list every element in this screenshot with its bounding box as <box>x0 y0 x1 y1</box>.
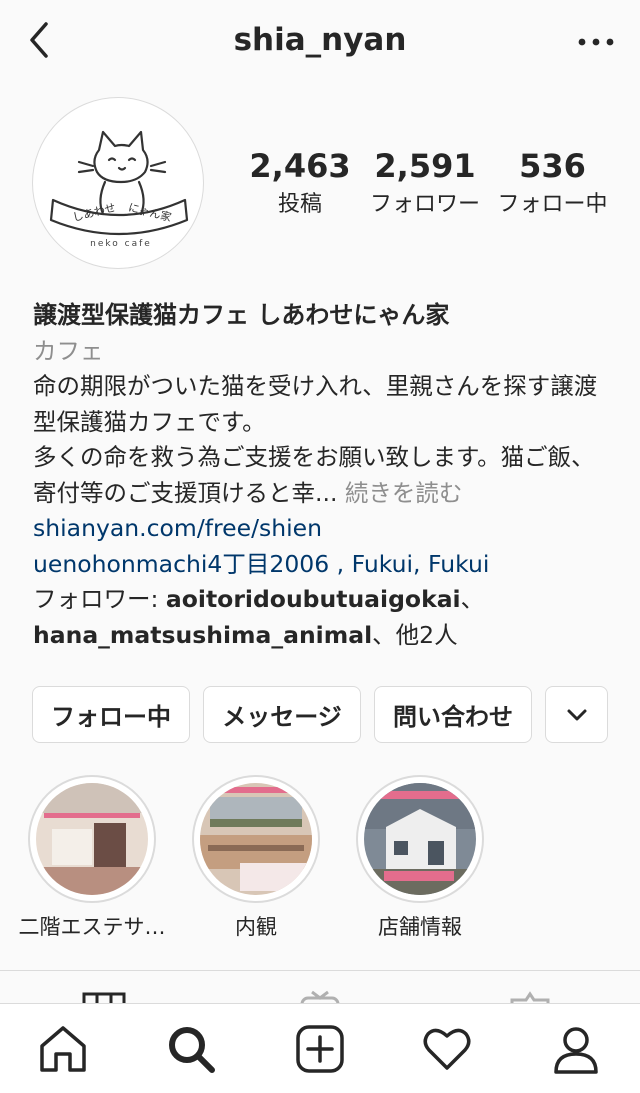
logo-text-right: にゃん家 <box>127 200 173 224</box>
highlight-label: 店舗情報 <box>378 915 462 939</box>
more-options-icon[interactable] <box>574 24 618 60</box>
logo-text-left: しあわせ <box>71 201 117 224</box>
profile-display-name: 譲渡型保護猫カフェ しあわせにゃん家 <box>33 301 450 329</box>
posts-label: 投稿 <box>277 192 322 217</box>
followers-label: フォロワー <box>369 192 480 217</box>
followed-by-text-2[interactable]: hana_matsushima_animal、他2人 <box>33 618 613 654</box>
contact-button[interactable]: 問い合わせ <box>374 686 532 743</box>
cat-logo-icon: しあわせ にゃん家 neko cafe <box>49 130 189 249</box>
followers-count: 2,591 <box>374 147 476 185</box>
following-button[interactable]: フォロー中 <box>32 686 190 743</box>
highlight-thumbnail <box>364 783 476 895</box>
bottom-tab-bar <box>0 1003 640 1093</box>
tab-divider <box>0 970 640 971</box>
bio-text-2: 多くの命を救う為ご支援をお願い致します。猫ご飯、寄付等のご支援頂けると幸... … <box>33 443 595 507</box>
followed-by-text[interactable]: フォロワー: aoitoridoubutuaigokai、 <box>33 582 613 618</box>
profile-avatar[interactable]: しあわせ にゃん家 neko cafe <box>32 97 204 269</box>
profile-bio: 譲渡型保護猫カフェ しあわせにゃん家 カフェ 命の期限がついた猫を受け入れ、里親… <box>33 298 613 653</box>
home-icon[interactable] <box>36 1022 90 1076</box>
followers-stat[interactable]: 2,591 フォロワー <box>365 146 485 220</box>
message-button[interactable]: メッセージ <box>203 686 361 743</box>
posts-count: 2,463 <box>249 147 351 185</box>
story-highlight[interactable]: 二階エステサ… <box>19 775 166 941</box>
bio-text-1: 命の期限がついた猫を受け入れ、里親さんを探す譲渡型保護猫カフェです。 <box>33 372 598 436</box>
story-highlight[interactable]: 内観 <box>191 775 321 941</box>
activity-heart-icon[interactable] <box>420 1022 474 1076</box>
following-label: フォロー中 <box>497 192 608 217</box>
read-more-link[interactable]: 続きを読む <box>345 479 463 507</box>
highlight-thumbnail <box>200 783 312 895</box>
chevron-down-icon <box>567 709 586 720</box>
address-link[interactable]: uenohonmachi4丁目2006 , Fukui, Fukui <box>33 547 613 583</box>
following-count: 536 <box>519 147 586 185</box>
profile-icon[interactable] <box>549 1022 603 1076</box>
highlight-label: 内観 <box>235 915 277 939</box>
highlight-thumbnail <box>36 783 148 895</box>
suggested-dropdown-button[interactable] <box>545 686 608 743</box>
posts-stat[interactable]: 2,463 投稿 <box>240 146 360 220</box>
logo-subtext: neko cafe <box>90 239 152 249</box>
follower-name-1[interactable]: aoitoridoubutuaigokai <box>166 585 461 613</box>
follower-name-2[interactable]: hana_matsushima_animal <box>33 621 372 649</box>
new-post-icon[interactable] <box>293 1022 347 1076</box>
story-highlight[interactable]: 店舗情報 <box>355 775 485 941</box>
highlight-label: 二階エステサ… <box>18 915 166 939</box>
profile-category: カフェ <box>33 336 104 365</box>
search-icon[interactable] <box>164 1022 218 1076</box>
following-stat[interactable]: 536 フォロー中 <box>490 146 615 220</box>
top-bar: shia_nyan <box>0 0 640 84</box>
website-link[interactable]: shianyan.com/free/shien <box>33 511 613 547</box>
profile-username: shia_nyan <box>233 22 407 58</box>
